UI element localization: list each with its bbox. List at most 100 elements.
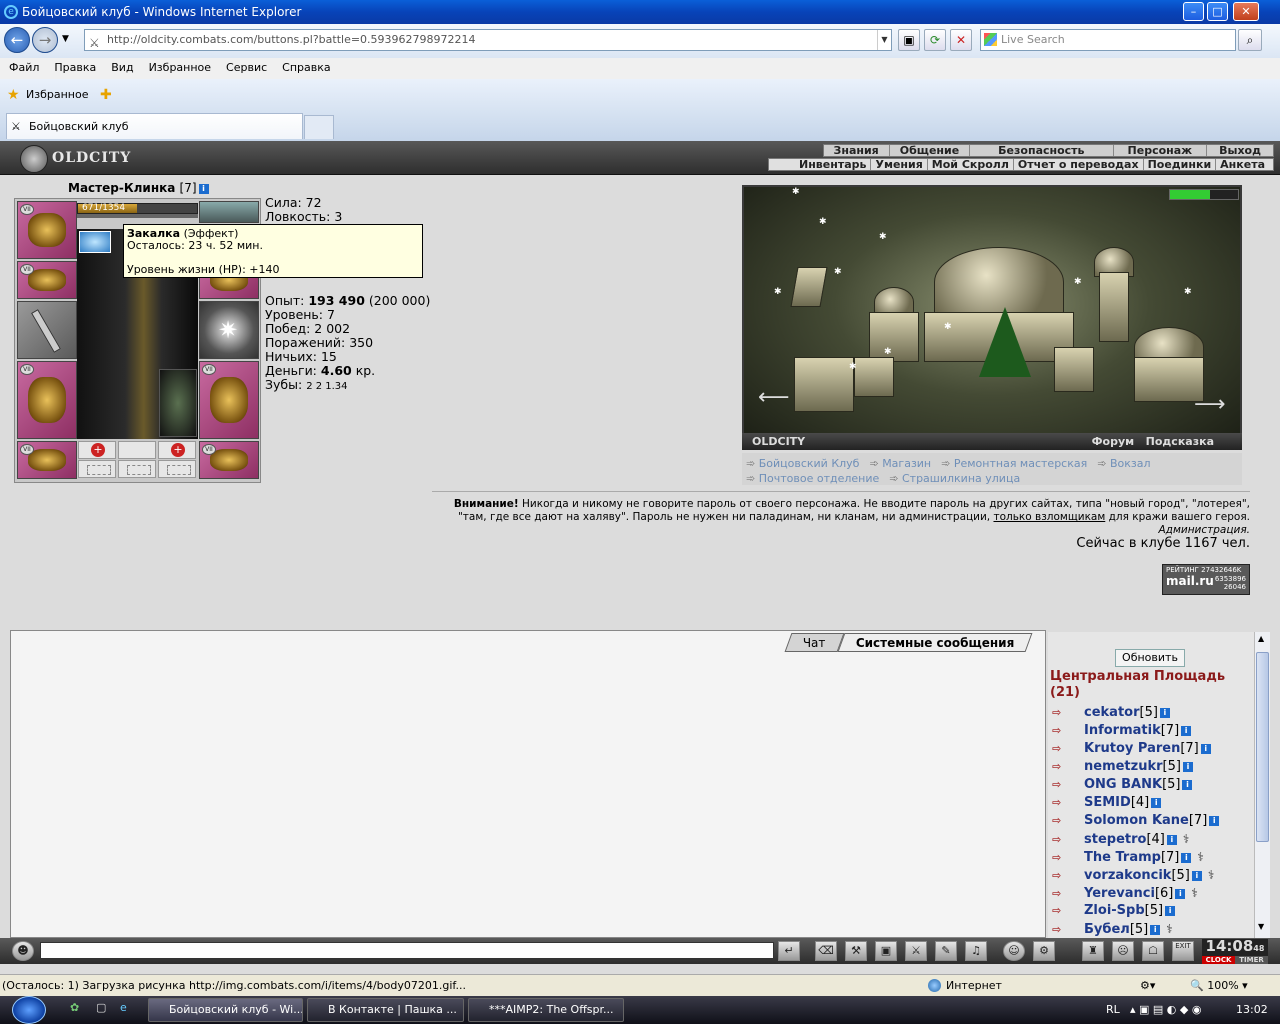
city-map[interactable]: ⟵ ⟶ ✱ ✱ ✱ ✱ ✱ ✱ ✱ ✱ ✱ ✱ <box>742 185 1242 450</box>
new-tab-button[interactable] <box>304 115 334 139</box>
smiley-menu-icon[interactable]: ☻ <box>12 941 34 961</box>
private-arrow-icon[interactable]: ⇨ <box>1052 867 1074 885</box>
forward-button[interactable]: → <box>32 27 58 53</box>
quicklaunch-icon-2[interactable]: ▢ <box>96 1001 106 1014</box>
scroll-down-icon[interactable]: ▼ <box>1258 922 1264 931</box>
send-icon[interactable]: ↵ <box>778 941 800 961</box>
menu-profile[interactable]: Анкета <box>1215 159 1273 171</box>
chat-panel[interactable]: Чат Системные сообщения <box>10 630 1046 938</box>
filter-icon[interactable]: ⚒ <box>845 941 867 961</box>
menu-transfers[interactable]: Отчет о переводах <box>1012 159 1143 171</box>
weapon-slot[interactable] <box>17 301 77 359</box>
private-arrow-icon[interactable]: ⇨ <box>1052 921 1074 938</box>
info-icon[interactable]: i <box>1209 816 1220 826</box>
info-icon[interactable]: i <box>1165 906 1176 916</box>
menu-scroll[interactable]: Мой Скролл <box>926 159 1013 171</box>
chat-input[interactable] <box>40 942 774 959</box>
leggings-slot[interactable]: VII <box>199 361 259 439</box>
menu-exit[interactable]: Выход <box>1206 145 1273 157</box>
menu-battles[interactable]: Поединки <box>1142 159 1216 171</box>
refresh-icon[interactable]: ⟳ <box>924 29 946 51</box>
private-arrow-icon[interactable]: ⇨ <box>1052 704 1074 722</box>
refresh-button[interactable]: Обновить <box>1115 649 1185 667</box>
private-arrow-icon[interactable]: ⇨ <box>1052 902 1074 920</box>
start-button[interactable] <box>12 996 46 1024</box>
link-post-office[interactable]: Почтовое отделение <box>746 472 879 485</box>
forum-link[interactable]: Форум <box>1092 435 1135 448</box>
info-icon[interactable]: i <box>1182 762 1193 772</box>
menu-help[interactable]: Справка <box>273 58 336 78</box>
helmet-slot[interactable]: VII <box>17 201 77 259</box>
user-row[interactable]: ⇨ stepetro[4] i ⚕ <box>1052 830 1189 848</box>
fight-icon[interactable]: ⚔ <box>905 941 927 961</box>
user-name[interactable]: Informatik <box>1084 723 1161 738</box>
info-icon[interactable]: i <box>1200 744 1211 754</box>
menu-skills[interactable]: Умения <box>870 159 926 171</box>
pet-icon[interactable] <box>159 369 197 437</box>
scroll-slot-2[interactable] <box>118 460 156 478</box>
christmas-tree[interactable] <box>979 307 1031 377</box>
building-far-left[interactable] <box>794 357 854 412</box>
mailru-rating[interactable]: РЕЙТИНГ 27432646K mail.ru 6353896 26046 <box>1162 564 1250 595</box>
menu-view[interactable]: Вид <box>102 58 139 78</box>
info-icon[interactable]: i <box>1175 889 1186 899</box>
pyramid-building[interactable] <box>790 267 828 307</box>
address-bar[interactable]: ⚔ http://oldcity.combats.com/buttons.pl?… <box>84 29 892 51</box>
earring-slot[interactable] <box>199 201 259 223</box>
potion-slot-1[interactable] <box>78 441 116 459</box>
translit-icon[interactable]: ✎ <box>935 941 957 961</box>
history-dropdown-icon[interactable]: ▼ <box>62 34 69 44</box>
user-row[interactable]: ⇨ Informatik[7] i <box>1052 722 1192 740</box>
menu-knowledge[interactable]: Знания <box>824 145 889 157</box>
clear-icon[interactable]: ⌫ <box>815 941 837 961</box>
user-name[interactable]: stepetro <box>1084 832 1146 847</box>
task-vkontakte[interactable]: В Контакте | Пашка ... <box>307 998 464 1022</box>
minimize-button[interactable]: – <box>1183 2 1204 21</box>
link-repair[interactable]: Ремонтная мастерская <box>941 457 1087 470</box>
armor-slot[interactable]: VII <box>17 361 77 439</box>
building-center-right[interactable] <box>1054 347 1094 392</box>
scroll-thumb[interactable] <box>1256 652 1269 842</box>
protected-mode-icon[interactable]: ⚙▾ <box>1140 975 1155 997</box>
search-button-icon[interactable]: ⌕ <box>1238 29 1262 51</box>
link-shop[interactable]: Магазин <box>869 457 931 470</box>
user-name[interactable]: Бубел <box>1084 922 1130 937</box>
user-name[interactable]: vorzakoncik <box>1084 868 1171 883</box>
info-icon[interactable]: i <box>1166 835 1177 845</box>
face-icon[interactable]: ☹ <box>1112 941 1134 961</box>
bracers-slot[interactable]: VII <box>17 261 77 299</box>
user-name[interactable]: ONG BANK <box>1084 777 1162 792</box>
building-left[interactable] <box>869 312 919 362</box>
private-arrow-icon[interactable]: ⇨ <box>1052 722 1074 740</box>
maximize-button[interactable]: □ <box>1207 2 1228 21</box>
user-name[interactable]: Zloi-Spb <box>1084 903 1145 918</box>
arrow-left-icon[interactable]: ⟵ <box>758 385 790 410</box>
user-row[interactable]: ⇨ nemetzukr[5] i <box>1052 758 1193 776</box>
scroll-slot-1[interactable] <box>78 460 116 478</box>
hackers-link[interactable]: только взломщикам <box>993 511 1105 523</box>
shield-slot[interactable]: ✷ <box>199 301 259 359</box>
compat-view-icon[interactable]: ▣ <box>898 29 920 51</box>
menu-edit[interactable]: Правка <box>45 58 102 78</box>
tray-clock[interactable]: 13:02 <box>1236 996 1268 1024</box>
potion-slot-3[interactable] <box>158 441 196 459</box>
user-name[interactable]: cekator <box>1084 705 1140 720</box>
info-icon[interactable]: i <box>1151 798 1162 808</box>
user-row[interactable]: ⇨ The Tramp[7] i ⚕ <box>1052 848 1204 866</box>
address-dropdown-icon[interactable]: ▼ <box>877 30 891 50</box>
effect-snowflake-icon[interactable] <box>79 231 111 253</box>
back-button[interactable]: ← <box>4 27 30 53</box>
add-favorite-icon[interactable]: ✚ <box>100 79 112 111</box>
user-row[interactable]: ⇨ ONG BANK[5] i <box>1052 776 1193 794</box>
info-icon[interactable]: i <box>1159 708 1170 718</box>
clock-label[interactable]: CLOCK <box>1202 956 1235 964</box>
bag-icon[interactable]: ♜ <box>1082 941 1104 961</box>
arrow-right-icon[interactable]: ⟶ <box>1194 392 1226 417</box>
tab-chat[interactable]: Чат <box>784 633 844 652</box>
user-name[interactable]: SEMID <box>1084 795 1131 810</box>
settings-icon[interactable]: ⚙ <box>1033 941 1055 961</box>
menu-character[interactable]: Персонаж <box>1112 145 1207 157</box>
quicklaunch-ie-icon[interactable]: e <box>120 1001 127 1014</box>
user-row[interactable]: ⇨ Solomon Kane[7] i <box>1052 812 1220 830</box>
belt-slot[interactable]: VII <box>17 441 77 479</box>
